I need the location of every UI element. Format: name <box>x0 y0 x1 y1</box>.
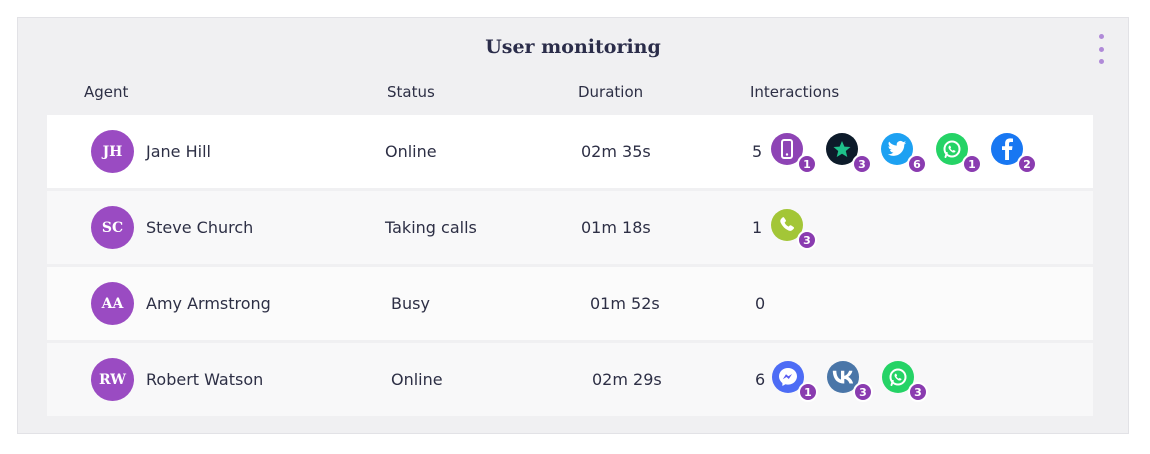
phone-call-icon[interactable]: 3 <box>771 209 817 250</box>
channel-count-badge: 2 <box>1017 154 1037 174</box>
interactions-count: 0 <box>755 294 766 313</box>
twitter-icon[interactable]: 6 <box>881 133 927 174</box>
channel-count-badge: 3 <box>852 154 872 174</box>
channel-count-badge: 3 <box>908 382 928 402</box>
menu-dot <box>1098 59 1104 64</box>
channel-count-badge: 3 <box>797 230 817 250</box>
agent-name: Jane Hill <box>146 142 211 161</box>
facebook-icon[interactable]: 2 <box>991 133 1037 174</box>
messenger-icon[interactable]: 1 <box>772 361 818 402</box>
whatsapp-icon[interactable]: 1 <box>936 133 982 174</box>
agent-name: Amy Armstrong <box>146 294 271 313</box>
avatar: AA <box>91 282 134 325</box>
avatar: SC <box>91 206 134 249</box>
user-monitoring-panel: User monitoring Agent Status Duration In… <box>17 17 1129 434</box>
channel-count-badge: 1 <box>962 154 982 174</box>
column-header-agent: Agent <box>84 83 129 101</box>
interactions-count: 5 <box>752 142 763 161</box>
avatar: JH <box>91 130 134 173</box>
agent-duration: 02m 29s <box>592 370 662 389</box>
channel-count-badge: 3 <box>853 382 873 402</box>
vk-icon[interactable]: 3 <box>827 361 873 402</box>
agent-name: Robert Watson <box>146 370 264 389</box>
agent-duration: 01m 52s <box>590 294 660 313</box>
star-review-icon[interactable]: 3 <box>826 133 872 174</box>
panel-title: User monitoring <box>485 36 661 58</box>
agent-duration: 02m 35s <box>581 142 651 161</box>
channel-count-badge: 1 <box>797 154 817 174</box>
table-row[interactable]: AA Amy Armstrong Busy 01m 52s 0 <box>47 267 1093 343</box>
column-header-duration: Duration <box>578 83 644 101</box>
agent-status: Online <box>391 370 443 389</box>
interactions-count: 1 <box>752 218 763 237</box>
channel-count-badge: 1 <box>798 382 818 402</box>
table-header: Agent Status Duration Interactions <box>18 83 1128 105</box>
vertical-dots-icon[interactable] <box>1096 34 1106 64</box>
agent-duration: 01m 18s <box>581 218 651 237</box>
agent-table: JH Jane Hill Online 02m 35s 5 1 3 6 1 2 SC S… <box>47 115 1093 416</box>
column-header-status: Status <box>387 83 435 101</box>
agent-status: Online <box>385 142 437 161</box>
whatsapp-icon[interactable]: 3 <box>882 361 928 402</box>
table-row[interactable]: SC Steve Church Taking calls 01m 18s 1 3 <box>47 191 1093 267</box>
agent-status: Busy <box>391 294 430 313</box>
mobile-phone-icon[interactable]: 1 <box>771 133 817 174</box>
agent-name: Steve Church <box>146 218 254 237</box>
table-row[interactable]: RW Robert Watson Online 02m 29s 6 1 3 3 <box>47 343 1093 416</box>
menu-dot <box>1098 34 1104 39</box>
menu-dot <box>1098 46 1104 52</box>
interactions-count: 6 <box>755 370 766 389</box>
channel-count-badge: 6 <box>907 154 927 174</box>
agent-status: Taking calls <box>385 218 477 237</box>
column-header-interactions: Interactions <box>750 83 840 101</box>
table-row[interactable]: JH Jane Hill Online 02m 35s 5 1 3 6 1 2 <box>47 115 1093 191</box>
avatar: RW <box>91 358 134 401</box>
